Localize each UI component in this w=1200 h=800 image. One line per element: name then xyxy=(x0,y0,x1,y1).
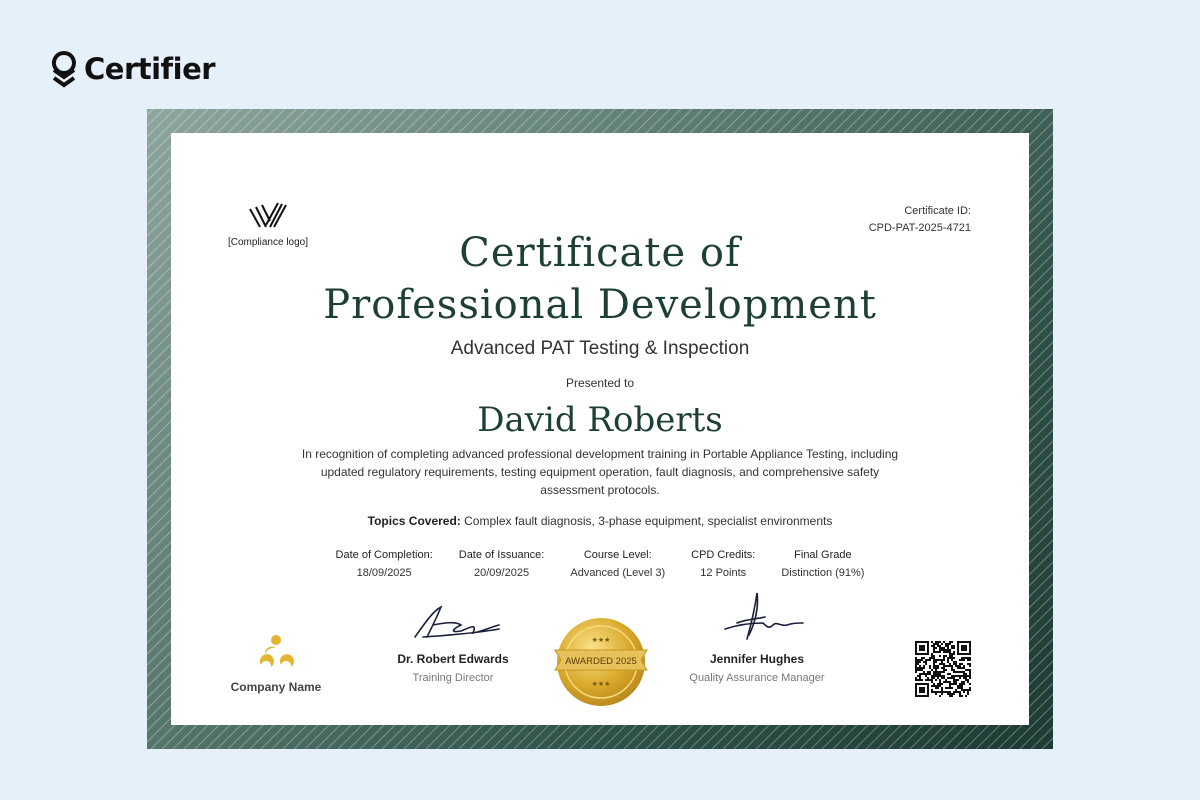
presented-to-label: Presented to xyxy=(565,376,635,390)
company-block: Company Name xyxy=(221,633,331,694)
detail-label: CPD Credits: xyxy=(691,549,756,561)
certificate-frame: [Compliance logo] Certificate ID: CPD-PA… xyxy=(147,109,1053,749)
description: In recognition of completing advanced pr… xyxy=(301,447,899,497)
certifier-logo-icon xyxy=(51,51,76,88)
detail-issuance-date: Date of Issuance: 20/09/2025 xyxy=(446,549,558,579)
certificate-title: Certificate of Professional Development xyxy=(171,227,1029,331)
award-seal: AWARDED 2025 ★★★ ★★★ xyxy=(553,614,649,715)
signatory-role: Training Director xyxy=(412,672,494,684)
detail-value: Advanced (Level 3) xyxy=(570,567,666,579)
detail-label: Date of Completion: xyxy=(335,549,433,561)
detail-label: Date of Issuance: xyxy=(458,549,545,561)
detail-cpd-credits: CPD Credits: 12 Points xyxy=(678,549,768,579)
detail-value: 18/09/2025 xyxy=(356,567,412,579)
course-subtitle: Advanced PAT Testing & Inspection xyxy=(450,338,750,359)
topics-label: Topics Covered: xyxy=(367,514,461,528)
signatory-name: Dr. Robert Edwards xyxy=(397,652,509,666)
company-logo-icon xyxy=(259,635,294,667)
detail-completion-date: Date of Completion: 18/09/2025 xyxy=(323,549,446,579)
topics-value: Complex fault diagnosis, 3-phase equipme… xyxy=(464,514,833,528)
title-line-1: Certificate of xyxy=(459,230,741,276)
detail-label: Course Level: xyxy=(583,549,652,561)
compliance-logo-icon xyxy=(249,202,287,228)
brand-name: Certifier xyxy=(84,52,216,86)
brand: Certifier xyxy=(50,50,216,88)
title-line-2: Professional Development xyxy=(323,282,877,328)
certificate-id-label: Certificate ID: xyxy=(904,205,971,217)
signatory-name: Jennifer Hughes xyxy=(709,652,805,666)
detail-label: Final Grade xyxy=(794,549,852,561)
seal-text: AWARDED 2025 xyxy=(565,656,637,667)
signatory-2: Jennifer Hughes Quality Assurance Manage… xyxy=(677,589,837,684)
signature-2 xyxy=(724,592,804,640)
qr-code[interactable] xyxy=(915,641,971,702)
recipient-name: David Roberts xyxy=(477,400,723,440)
signatory-role: Quality Assurance Manager xyxy=(689,672,825,684)
svg-text:★★★: ★★★ xyxy=(592,680,611,688)
detail-value: Distinction (91%) xyxy=(781,567,865,579)
detail-value: 20/09/2025 xyxy=(474,567,530,579)
certificate-paper: [Compliance logo] Certificate ID: CPD-PA… xyxy=(171,133,1029,725)
svg-text:★★★: ★★★ xyxy=(592,636,611,644)
company-name: Company Name xyxy=(230,680,322,694)
details-row: Date of Completion: 18/09/2025 Date of I… xyxy=(171,549,1029,579)
topics-covered: Topics Covered: Complex fault diagnosis,… xyxy=(171,514,1029,528)
detail-value: 12 Points xyxy=(700,567,747,579)
detail-course-level: Course Level: Advanced (Level 3) xyxy=(557,549,678,579)
detail-final-grade: Final Grade Distinction (91%) xyxy=(768,549,877,579)
signatory-1: Dr. Robert Edwards Training Director xyxy=(383,603,523,684)
signature-1 xyxy=(414,605,500,638)
